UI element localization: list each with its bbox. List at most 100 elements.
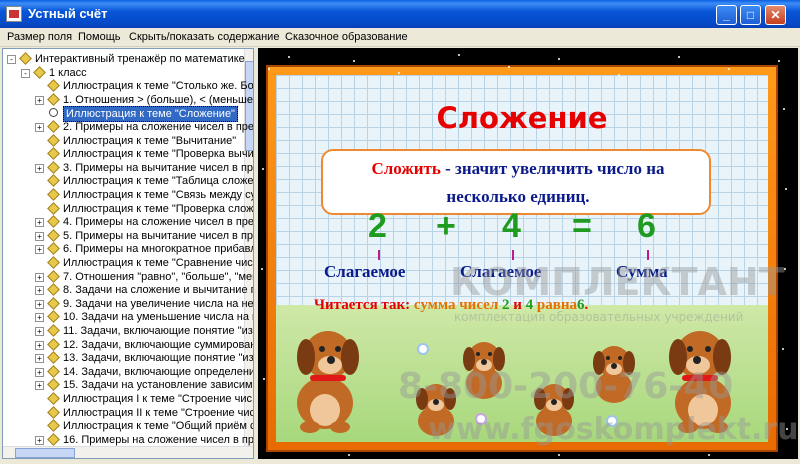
expand-icon[interactable]: + (35, 381, 44, 391)
scroll-thumb[interactable] (15, 448, 75, 458)
tree-item[interactable]: +4. Примеры на сложение чисел в пред (3, 215, 253, 229)
star-decoration (708, 454, 710, 456)
tree-item[interactable]: +16. Примеры на сложение чисел в пре (3, 432, 253, 447)
tree-item[interactable]: Иллюстрация к теме "Столько же. Бо (3, 79, 253, 93)
expand-icon[interactable]: + (35, 163, 44, 173)
expand-icon[interactable]: + (35, 313, 44, 323)
tree-item[interactable]: Иллюстрация к теме "Сложение" (3, 106, 243, 123)
collapse-icon[interactable]: - (7, 55, 16, 64)
tree-item[interactable]: Иллюстрация к теме "Сравнение чис (3, 256, 253, 270)
tree-item-label: 6. Примеры на многократное прибавл (63, 243, 254, 256)
tree-item[interactable]: +15. Задачи на установление зависим (3, 378, 253, 392)
star-decoration (263, 378, 265, 380)
lesson-heading: Сложение (436, 101, 608, 135)
expand-icon[interactable]: + (35, 286, 44, 296)
close-button[interactable]: ✕ (765, 5, 786, 25)
lesson-stage: Сложение Сложить - значит увеличить числ… (258, 48, 798, 459)
star-decoration (678, 56, 680, 58)
topic-icon (47, 337, 60, 351)
open-item-icon (49, 108, 58, 118)
contents-tree[interactable]: - Интерактивный тренажёр по математике -1 … (2, 48, 254, 459)
expand-icon[interactable]: + (35, 435, 44, 445)
collapse-icon[interactable]: - (21, 68, 30, 78)
tree-item[interactable]: +12. Задачи, включающие суммирован (3, 337, 253, 352)
topic-icon (47, 133, 60, 147)
star-decoration (785, 188, 787, 190)
window-titlebar[interactable]: Устный счёт _ □ ✕ (0, 0, 800, 28)
tree-item[interactable]: +2. Примеры на сложение чисел в пред (3, 120, 253, 134)
tree-item[interactable]: Иллюстрация I к теме "Строение чис (3, 392, 252, 406)
tree-item-label: 1. Отношения > (больше), < (меньше), (63, 93, 254, 106)
menu-help[interactable]: Помощь (78, 31, 121, 43)
expand-icon[interactable]: + (35, 327, 44, 336)
menu-toggle-contents[interactable]: Скрыть/показать содержание (129, 31, 279, 43)
menu-field-size[interactable]: Размер поля (7, 31, 72, 43)
tree-item[interactable]: - Интерактивный тренажёр по математике (3, 52, 245, 66)
expand-icon[interactable]: + (35, 354, 44, 364)
topic-icon (47, 256, 60, 269)
tree-item-label: 11. Задачи, включающие понятие "из (63, 325, 253, 337)
tree-item[interactable]: Иллюстрация II к теме "Строение чис (3, 405, 253, 420)
topic-icon (47, 92, 60, 106)
tree-item-label: 2. Примеры на сложение чисел в пред (63, 121, 254, 133)
expand-icon[interactable]: + (35, 245, 44, 255)
pointer-line (512, 250, 514, 260)
expand-icon[interactable]: + (35, 95, 44, 105)
menu-fairy-education[interactable]: Сказочное образование (285, 31, 408, 43)
tree-item-label: 3. Примеры на вычитание чисел в пре (63, 161, 254, 174)
tree-item-label: 15. Задачи на установление зависим (63, 379, 253, 392)
tree-item[interactable]: +13. Задачи, включающие понятие "из (3, 351, 253, 365)
tree-item-label: Иллюстрация к теме "Вычитание" (63, 134, 237, 147)
watermark-phone: 8-800-200-76-40 (398, 366, 734, 407)
star-decoration (728, 68, 730, 70)
expand-icon[interactable]: + (35, 231, 44, 241)
tree-item[interactable]: +7. Отношения "равно", "больше", "мен (3, 269, 253, 284)
tree-item[interactable]: Иллюстрация к теме "Вычитание" (3, 133, 243, 148)
tree-item[interactable]: +11. Задачи, включающие понятие "из (3, 324, 253, 338)
tree-item[interactable]: +5. Примеры на вычитание чисел в пре (3, 228, 253, 243)
topic-icon (47, 296, 60, 310)
topic-icon (19, 52, 32, 65)
tree-item[interactable]: +10. Задачи на уменьшение числа на н (3, 310, 253, 324)
star-decoration (778, 60, 780, 62)
tree-item-label: Иллюстрация к теме "Проверка слож (63, 202, 254, 215)
expand-icon[interactable]: + (35, 218, 44, 228)
maximize-button[interactable]: □ (740, 5, 761, 25)
tree-item[interactable]: Иллюстрация к теме "Проверка слож (3, 201, 253, 216)
tree-item-label: Иллюстрация к теме "Связь между су (63, 189, 254, 201)
tree-item-label: Иллюстрация I к теме "Строение чис (63, 393, 252, 405)
tree-item-label: 5. Примеры на вычитание чисел в пре (63, 229, 254, 242)
definition-rest: значит увеличить число на (455, 159, 665, 178)
topic-icon (47, 269, 60, 283)
tree-item-label: Иллюстрация к теме "Сравнение чис (63, 257, 253, 269)
tree-item[interactable]: +3. Примеры на вычитание чисел в пре (3, 160, 253, 175)
tree-item[interactable]: +9. Задачи на увеличение числа на нес (3, 296, 253, 311)
expand-icon[interactable]: + (35, 123, 44, 132)
tree-item[interactable]: +6. Примеры на многократное прибавл (3, 242, 253, 256)
star-decoration (558, 58, 560, 60)
definition-line-2: несколько единиц. (446, 187, 590, 206)
tree-item[interactable]: Иллюстрация к теме "Проверка вычи (3, 147, 253, 161)
tree-horizontal-scrollbar[interactable] (3, 446, 253, 458)
tree-item[interactable]: Иллюстрация к теме "Связь между су (3, 188, 253, 202)
expand-icon[interactable]: + (35, 367, 44, 377)
tree-item[interactable]: Иллюстрация к теме "Общий приём с (3, 419, 253, 433)
expand-icon[interactable]: + (35, 340, 44, 350)
tree-item-label: 4. Примеры на сложение чисел в пред (63, 216, 254, 229)
tree-item-label: 14. Задачи, включающие определени (63, 365, 254, 378)
expand-icon[interactable]: + (35, 272, 44, 282)
tree-item[interactable]: Иллюстрация к теме "Таблица сложе (3, 174, 253, 188)
watermark-brand: КОМПЛЕКТАНТ (450, 260, 785, 304)
tree-item[interactable]: +8. Задачи на сложение и вычитание п (3, 283, 253, 297)
tree-item-label: 7. Отношения "равно", "больше", "мен (63, 270, 254, 283)
tree-item[interactable]: +14. Задачи, включающие определени (3, 364, 253, 379)
topic-icon (47, 188, 60, 201)
watermark-site: www.fgoskomplekt.ru (428, 412, 798, 447)
topic-icon (47, 324, 60, 337)
star-decoration (784, 268, 786, 270)
tree-item[interactable]: - 1 класс (3, 65, 243, 80)
minimize-button[interactable]: _ (716, 5, 737, 25)
star-decoration (398, 72, 400, 74)
tree-item[interactable]: +1. Отношения > (больше), < (меньше), (3, 92, 253, 107)
expand-icon[interactable]: + (35, 299, 44, 309)
